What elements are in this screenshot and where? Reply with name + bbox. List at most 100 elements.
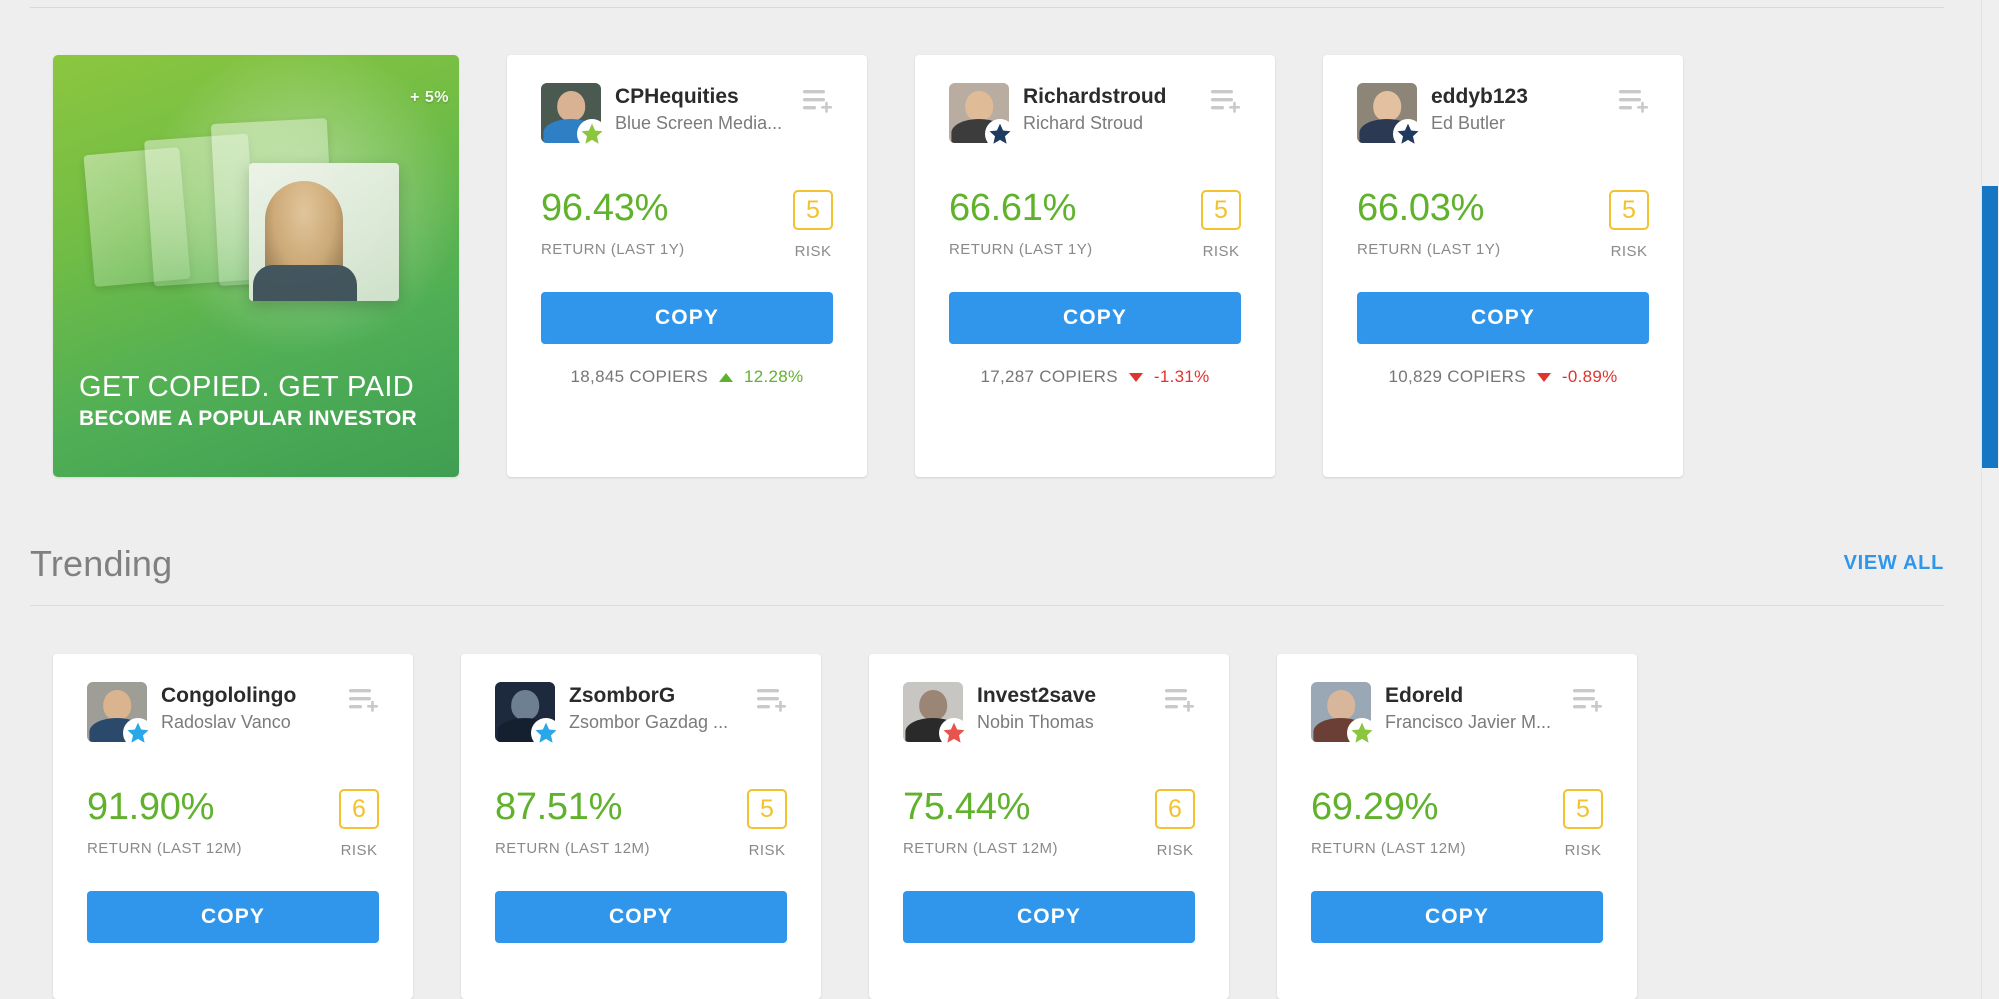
investor-username: eddyb123	[1431, 85, 1528, 108]
copy-button[interactable]: COPY	[495, 891, 787, 943]
add-to-watchlist-icon[interactable]	[757, 686, 787, 714]
investor-username: Richardstroud	[1023, 85, 1167, 108]
promo-body	[253, 265, 357, 301]
top-divider	[30, 7, 1944, 8]
investor-fullname: Blue Screen Media...	[615, 112, 783, 133]
investor-fullname: Zsombor Gazdag ...	[569, 711, 729, 732]
view-all-link[interactable]: VIEW ALL	[1844, 552, 1944, 575]
popular-investor-star-icon	[939, 718, 969, 748]
avatar-wrap[interactable]	[1357, 83, 1423, 149]
risk-stat: 5 RISK	[1563, 788, 1603, 859]
copiers-change: -1.31%	[1153, 367, 1210, 386]
investor-card[interactable]: CPHequities Blue Screen Media... 96.43% RET…	[507, 55, 867, 477]
card-header: Richardstroud Richard Stroud	[949, 83, 1241, 157]
avatar-wrap[interactable]	[1311, 682, 1377, 748]
avatar-wrap[interactable]	[903, 682, 969, 748]
risk-stat: 5 RISK	[747, 788, 787, 859]
trending-section-header: Trending VIEW ALL	[30, 522, 1944, 606]
investor-names: eddyb123 Ed Butler	[1431, 83, 1619, 135]
investor-fullname: Ed Butler	[1431, 112, 1506, 133]
avatar-wrap[interactable]	[495, 682, 561, 748]
risk-stat: 6 RISK	[339, 788, 379, 859]
return-stat: 69.29% RETURN (LAST 12M)	[1311, 788, 1563, 857]
add-to-watchlist-icon[interactable]	[349, 686, 379, 714]
investor-names: EdoreId Francisco Javier M...	[1385, 682, 1573, 734]
investor-username: EdoreId	[1385, 684, 1464, 707]
add-to-watchlist-icon[interactable]	[803, 87, 833, 115]
investor-names: Congololingo Radoslav Vanco	[161, 682, 349, 734]
return-stat: 91.90% RETURN (LAST 12M)	[87, 788, 339, 857]
return-value: 66.61%	[949, 187, 1077, 229]
return-label: RETURN (LAST 1Y)	[541, 241, 685, 258]
return-value: 87.51%	[495, 786, 623, 828]
featured-row: + 5% GET COPIED. GET PAID BECOME A POPUL…	[53, 55, 1683, 477]
investor-names: Invest2save Nobin Thomas	[977, 682, 1165, 734]
popular-investor-star-icon	[1393, 119, 1423, 149]
add-to-watchlist-icon[interactable]	[1573, 686, 1603, 714]
return-stat: 66.03% RETURN (LAST 1Y)	[1357, 189, 1609, 258]
popular-investor-star-icon	[1347, 718, 1377, 748]
add-to-watchlist-icon[interactable]	[1211, 87, 1241, 115]
return-label: RETURN (LAST 1Y)	[1357, 241, 1501, 258]
risk-score-badge: 5	[747, 789, 787, 829]
page-title: Trending	[30, 542, 173, 584]
investor-fullname: Radoslav Vanco	[161, 711, 291, 732]
risk-label: RISK	[748, 842, 786, 859]
investor-card[interactable]: eddyb123 Ed Butler 66.03% RETURN (LAST 1Y) 5…	[1323, 55, 1683, 477]
investor-card[interactable]: Invest2save Nobin Thomas 75.44% RETURN (LAS…	[869, 654, 1229, 999]
risk-score-badge: 5	[1563, 789, 1603, 829]
return-label: RETURN (LAST 12M)	[495, 840, 650, 857]
add-to-watchlist-icon[interactable]	[1165, 686, 1195, 714]
return-value: 96.43%	[541, 187, 669, 229]
avatar-wrap[interactable]	[87, 682, 153, 748]
investor-fullname: Nobin Thomas	[977, 711, 1094, 732]
copy-button[interactable]: COPY	[541, 292, 833, 344]
card-stats: 66.03% RETURN (LAST 1Y) 5 RISK	[1357, 189, 1649, 260]
return-label: RETURN (LAST 12M)	[903, 840, 1058, 857]
copy-button[interactable]: COPY	[87, 891, 379, 943]
investor-card[interactable]: EdoreId Francisco Javier M... 69.29% RETURN…	[1277, 654, 1637, 999]
return-label: RETURN (LAST 1Y)	[949, 241, 1093, 258]
risk-label: RISK	[1610, 243, 1648, 260]
popular-investor-star-icon	[531, 718, 561, 748]
investor-username: ZsomborG	[569, 684, 676, 707]
copiers-change: -0.89%	[1561, 367, 1618, 386]
copiers-count: 10,829 COPIERS	[1388, 367, 1526, 386]
avatar-wrap[interactable]	[541, 83, 607, 149]
scrollbar-track[interactable]	[1981, 0, 1999, 999]
investor-username: CPHequities	[615, 85, 739, 108]
promo-gain-badge: + 5%	[410, 89, 449, 106]
return-stat: 87.51% RETURN (LAST 12M)	[495, 788, 747, 857]
copy-button[interactable]: COPY	[949, 292, 1241, 344]
card-stats: 75.44% RETURN (LAST 12M) 6 RISK	[903, 788, 1195, 859]
return-value: 69.29%	[1311, 786, 1439, 828]
copiers-row: 18,845 COPIERS 12.28%	[541, 367, 833, 387]
copy-button[interactable]: COPY	[1357, 292, 1649, 344]
copiers-row: 10,829 COPIERS -0.89%	[1357, 367, 1649, 387]
return-stat: 75.44% RETURN (LAST 12M)	[903, 788, 1155, 857]
copy-button[interactable]: COPY	[1311, 891, 1603, 943]
avatar-wrap[interactable]	[949, 83, 1015, 149]
card-header: CPHequities Blue Screen Media...	[541, 83, 833, 157]
copiers-count: 17,287 COPIERS	[980, 367, 1118, 386]
promo-subhead: BECOME A POPULAR INVESTOR	[79, 407, 417, 430]
risk-label: RISK	[794, 243, 832, 260]
risk-stat: 5 RISK	[1201, 189, 1241, 260]
card-stats: 87.51% RETURN (LAST 12M) 5 RISK	[495, 788, 787, 859]
scrollbar-thumb[interactable]	[1982, 186, 1998, 468]
card-stats: 69.29% RETURN (LAST 12M) 5 RISK	[1311, 788, 1603, 859]
copy-button[interactable]: COPY	[903, 891, 1195, 943]
investor-card[interactable]: Richardstroud Richard Stroud 66.61% RETURN …	[915, 55, 1275, 477]
return-stat: 66.61% RETURN (LAST 1Y)	[949, 189, 1201, 258]
risk-score-badge: 5	[793, 190, 833, 230]
investor-names: ZsomborG Zsombor Gazdag ...	[569, 682, 757, 734]
trend-arrow-down-icon	[1128, 372, 1143, 382]
investor-card[interactable]: ZsomborG Zsombor Gazdag ... 87.51% RETURN (…	[461, 654, 821, 999]
investor-fullname: Richard Stroud	[1023, 112, 1144, 133]
promo-banner[interactable]: + 5% GET COPIED. GET PAID BECOME A POPUL…	[53, 55, 459, 477]
add-to-watchlist-icon[interactable]	[1619, 87, 1649, 115]
risk-stat: 6 RISK	[1155, 788, 1195, 859]
return-value: 75.44%	[903, 786, 1031, 828]
promo-text: GET COPIED. GET PAID BECOME A POPULAR IN…	[79, 371, 441, 431]
investor-card[interactable]: Congololingo Radoslav Vanco 91.90% RETURN (…	[53, 654, 413, 999]
